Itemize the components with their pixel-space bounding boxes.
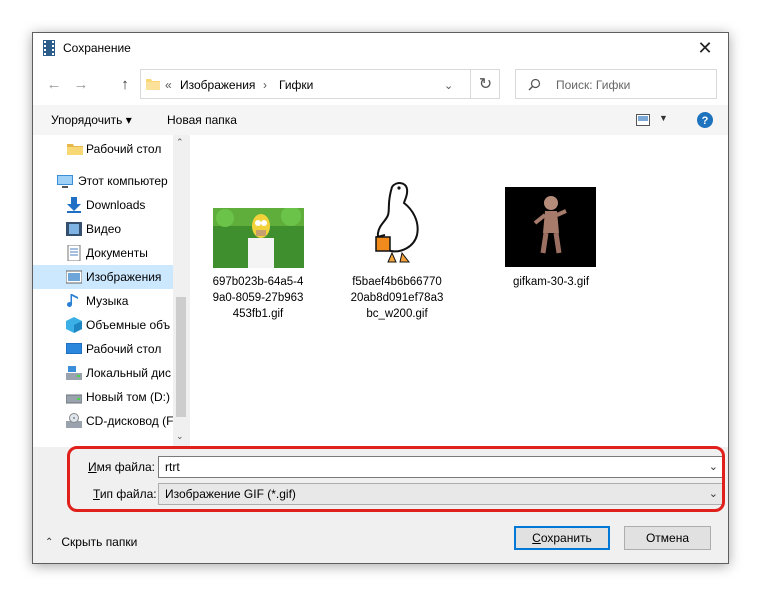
up-button[interactable]: ↑ xyxy=(114,74,136,94)
svg-text:?: ? xyxy=(702,115,709,127)
desktop-icon xyxy=(66,343,82,354)
forward-button[interactable]: → xyxy=(70,74,92,94)
nav-item-label: Локальный дис xyxy=(86,366,171,380)
refresh-button[interactable]: ↻ xyxy=(470,69,500,99)
cd-drive-icon xyxy=(66,413,82,428)
scroll-thumb[interactable] xyxy=(176,297,186,417)
drive-icon xyxy=(66,394,82,404)
file-name[interactable]: 697b023b-64a5-4 9a0-8059-27b963 453fb1.gif xyxy=(198,274,318,322)
cancel-button[interactable]: Отмена xyxy=(624,526,711,550)
music-icon xyxy=(67,294,78,307)
view-options-icon[interactable] xyxy=(636,114,650,126)
nav-scrollbar[interactable]: ⌃ ⌄ xyxy=(173,135,189,447)
view-dropdown-icon[interactable]: ▼ xyxy=(659,113,668,123)
refresh-icon: ↻ xyxy=(478,76,493,93)
file-thumbnail-cartoon[interactable] xyxy=(213,208,304,268)
close-button[interactable]: ✕ xyxy=(682,33,728,63)
breadcrumb-separator-icon: › xyxy=(263,78,267,92)
nav-item-desktop[interactable]: Рабочий стол xyxy=(33,337,173,361)
navigation-pane: Рабочий стол Этот компьютер Downloads Ви… xyxy=(33,135,189,447)
pictures-icon xyxy=(66,270,82,284)
nav-item-label: Этот компьютер xyxy=(78,174,168,188)
hide-folders-toggle[interactable]: ⌃ Скрыть папки xyxy=(45,535,137,549)
document-icon xyxy=(67,245,81,261)
scroll-up-icon[interactable]: ⌃ xyxy=(176,137,184,148)
file-thumbnail-baby[interactable] xyxy=(505,187,596,267)
breadcrumb-pictures[interactable]: Изображения xyxy=(180,78,255,92)
nav-item-cd-drive[interactable]: CD-дисковод (F xyxy=(33,409,173,433)
nav-item-label: CD-дисковод (F xyxy=(86,414,174,428)
search-placeholder: Поиск: Гифки xyxy=(556,78,631,92)
address-dropdown-icon[interactable]: ⌄ xyxy=(444,79,453,92)
highlight-outline xyxy=(67,446,725,512)
chevron-up-icon: ⌃ xyxy=(45,536,54,548)
nav-item-3d-objects[interactable]: Объемные объ xyxy=(33,313,173,337)
nav-item-label: Рабочий стол xyxy=(86,142,162,156)
local-disk-icon xyxy=(66,366,82,380)
computer-icon xyxy=(57,175,73,188)
nav-item-local-disk[interactable]: Локальный дис xyxy=(33,361,173,385)
film-icon xyxy=(43,40,55,56)
nav-item-label: Объемные объ xyxy=(86,318,171,332)
address-bar[interactable]: « Изображения › Гифки ⌄ xyxy=(140,69,500,99)
nav-item-label: Документы xyxy=(86,246,148,260)
window-title: Сохранение xyxy=(63,41,131,55)
download-icon xyxy=(67,197,81,213)
new-folder-button[interactable]: Новая папка xyxy=(167,113,237,127)
breadcrumb-overflow[interactable]: « xyxy=(165,78,172,92)
file-thumbnail-goose[interactable] xyxy=(366,179,428,267)
up-arrow-icon: ↑ xyxy=(121,75,129,93)
search-input[interactable]: Поиск: Гифки xyxy=(515,69,717,99)
search-icon xyxy=(528,78,541,91)
nav-item-label: Музыка xyxy=(86,294,129,308)
nav-item-desktop-quick[interactable]: Рабочий стол xyxy=(33,137,173,161)
nav-item-label: Изображения xyxy=(86,270,162,284)
help-icon[interactable]: ? xyxy=(697,112,713,128)
folder-icon xyxy=(67,144,83,155)
nav-item-label: Downloads xyxy=(86,198,146,212)
organize-button[interactable]: Упорядочить ▾ xyxy=(51,113,132,127)
forward-arrow-icon: → xyxy=(73,75,89,93)
back-arrow-icon: ← xyxy=(46,75,62,93)
3d-objects-icon xyxy=(66,317,82,333)
file-name[interactable]: gifkam-30-3.gif xyxy=(491,274,611,290)
nav-item-label: Новый том (D:) xyxy=(86,390,170,404)
navigation-bar: ← → ↑ « Изображения › Гифки ⌄ ↻ Поиск: Г… xyxy=(33,63,728,105)
hide-folders-label: Скрыть папки xyxy=(61,535,138,549)
nav-item-documents[interactable]: Документы xyxy=(33,241,173,265)
close-icon: ✕ xyxy=(697,37,713,58)
folder-icon xyxy=(146,79,160,90)
file-name[interactable]: f5baef4b6b66770 20ab8d091ef78a3 bc_w200.gi… xyxy=(337,274,457,322)
command-bar: Упорядочить ▾ Новая папка ▼ ? xyxy=(33,105,728,135)
nav-item-downloads[interactable]: Downloads xyxy=(33,193,173,217)
back-button[interactable]: ← xyxy=(43,74,65,94)
nav-item-label: Рабочий стол xyxy=(86,342,162,356)
nav-item-pictures[interactable]: Изображения xyxy=(33,265,173,289)
nav-item-music[interactable]: Музыка xyxy=(33,289,173,313)
nav-item-video[interactable]: Видео xyxy=(33,217,173,241)
breadcrumb-gifs[interactable]: Гифки xyxy=(279,78,313,92)
nav-item-label: Видео xyxy=(86,222,122,236)
nav-item-new-volume[interactable]: Новый том (D:) xyxy=(33,385,173,409)
save-button[interactable]: Сохранить xyxy=(514,526,610,550)
scroll-down-icon[interactable]: ⌄ xyxy=(176,431,184,442)
video-icon xyxy=(66,222,82,236)
file-list: 697b023b-64a5-4 9a0-8059-27b963 453fb1.gif… xyxy=(190,135,728,447)
nav-item-this-pc[interactable]: Этот компьютер xyxy=(33,169,173,193)
title-bar: Сохранение ✕ xyxy=(33,33,728,63)
